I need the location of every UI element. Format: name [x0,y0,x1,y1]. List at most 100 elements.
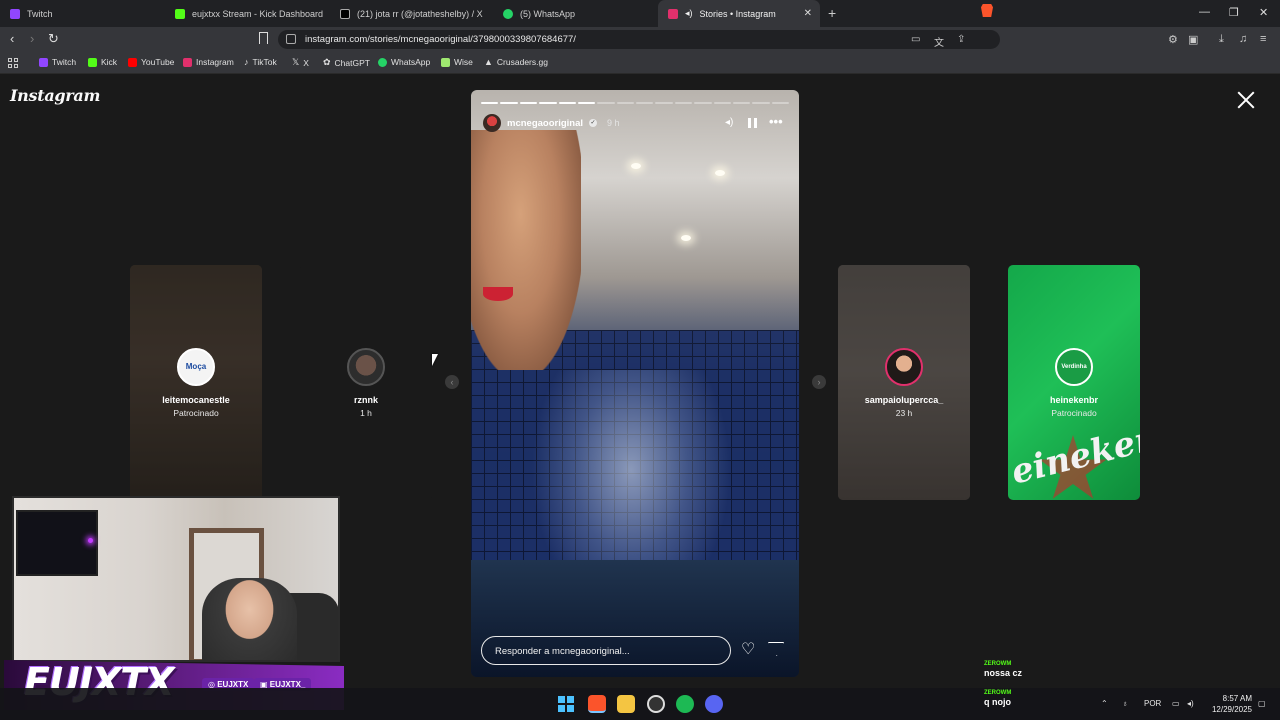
brave-browser-icon[interactable] [588,695,606,713]
file-explorer-icon[interactable] [617,695,635,713]
story-progress-segment [539,102,557,104]
ceiling-light [681,235,691,241]
story-progress-bar [481,102,789,104]
menu-icon[interactable]: ≡ [1260,33,1266,45]
bookmark-tiktok[interactable]: ♪ TikTok [244,57,277,67]
bookmark-label: Wise [454,57,473,67]
discord-icon[interactable] [705,695,723,713]
extensions-icon[interactable]: ⚙ [1168,33,1178,46]
new-tab-button[interactable]: + [828,5,836,21]
share-icon[interactable]: ⇪ [957,34,965,45]
url-text: instagram.com/stories/mcnegaooriginal/37… [305,34,576,45]
story-preview-leitemocanestle[interactable]: Moça leitemocanestle Patrocinado [130,265,262,500]
close-window-button[interactable]: ✕ [1259,6,1268,19]
close-tab-icon[interactable]: ✕ [804,8,812,19]
story-sponsored-label: Patrocinado [173,408,219,418]
bookmark-youtube[interactable]: YouTube [128,57,174,67]
windows-start-icon[interactable] [558,696,574,712]
more-options-icon[interactable]: ••• [769,114,783,129]
volume-icon[interactable]: ◂) [725,117,733,128]
twitch-icon [39,57,48,67]
bookmark-crusaders[interactable]: ▲ Crusaders.gg [484,57,548,67]
story-preview-heinekenbr[interactable]: eineken Verdinha heinekenbr Patrocinado [1008,265,1140,500]
bookmark-label: TikTok [252,57,277,67]
story-author-username[interactable]: mcnegaooriginal [507,118,583,129]
mouse-cursor [432,354,438,366]
whatsapp-icon [378,57,387,67]
bookmark-wise[interactable]: Wise [441,57,473,67]
next-story-button[interactable]: › [812,375,826,389]
download-icon[interactable]: ⤓ [1219,33,1224,46]
minimize-button[interactable]: — [1199,6,1210,18]
speaker-icon: ◂) [685,8,693,18]
story-header: mcnegaooriginal ✓ 9 h [483,114,620,132]
tab-twitch[interactable]: Twitch [0,0,165,27]
tab-instagram-stories[interactable]: ◂) Stories • Instagram ✕ [658,0,820,27]
media-icon[interactable]: ♫ [1239,33,1247,45]
sidebar-icon[interactable]: ▣ [1188,33,1198,46]
webcam-overlay [12,496,340,662]
kick-icon [175,8,185,19]
translate-icon[interactable]: 文 [934,34,944,49]
like-heart-icon[interactable]: ♡ [741,642,755,658]
story-avatar: Moça [177,348,215,386]
address-bar[interactable]: instagram.com/stories/mcnegaooriginal/37… [278,30,1000,49]
instagram-logo[interactable]: Instagram [10,86,100,105]
brave-shield-icon[interactable] [981,4,993,17]
story-preview-rznnk[interactable]: rznnk 1 h [300,265,432,500]
bookmark-chatgpt[interactable]: ✿ ChatGPT [323,57,370,68]
story-progress-segment [558,102,576,104]
wise-icon [441,57,450,67]
chat-message: ZEROWM q nojo [984,690,1274,707]
tab-whatsapp[interactable]: (5) WhatsApp [493,0,658,27]
site-info-icon[interactable] [286,34,296,44]
reply-input[interactable]: Responder a mcnegaooriginal... [481,636,731,665]
story-progress-segment [636,102,654,104]
apps-grid-icon[interactable] [8,58,18,68]
story-avatar: Verdinha [1055,348,1093,386]
spotify-icon[interactable] [676,695,694,713]
story-author-avatar[interactable] [483,114,501,132]
bookmark-label: Instagram [196,57,234,67]
story-progress-segment [616,102,634,104]
pause-icon[interactable] [748,118,757,128]
twitch-icon [10,8,20,19]
bookmark-whatsapp[interactable]: WhatsApp [378,57,430,67]
tab-kick[interactable]: eujxtxx Stream - Kick Dashboard [165,0,330,27]
story-avatar [347,348,385,386]
bookmark-kick[interactable]: Kick [88,57,117,67]
bookmark-x[interactable]: 𝕏X [292,57,309,68]
story-progress-segment [655,102,673,104]
story-time: 1 h [360,408,372,418]
bookmark-icon[interactable] [259,32,268,44]
previous-story-button[interactable]: ‹ [445,375,459,389]
youtube-icon [128,57,137,67]
bookmark-label: Kick [101,57,118,67]
story-preview-sampaiolupercca[interactable]: sampaiolupercca_ 23 h [838,265,970,500]
bookmark-twitch[interactable]: Twitch [39,57,76,67]
bookmarks-bar: Twitch Kick YouTube Instagram ♪ TikTok 𝕏X… [0,52,1280,74]
bookmark-label: YouTube [141,57,175,67]
story-username: sampaiolupercca_ [864,395,944,405]
bookmark-instagram[interactable]: Instagram [183,57,234,67]
bookmark-label: WhatsApp [391,57,431,67]
story-progress-segment [577,102,596,104]
restore-button[interactable]: ❐ [1229,6,1239,19]
story-progress-segment [771,102,789,104]
chat-text: q nojo [984,697,1011,707]
story-time: 23 h [895,408,913,418]
close-stories-icon[interactable] [1237,91,1255,109]
active-story[interactable]: mcnegaooriginal ✓ 9 h ◂) ••• Responder a… [471,90,799,677]
tab-label: eujxtxx Stream - Kick Dashboard [192,8,324,19]
story-photo-subject [471,130,581,370]
story-username: rznnk [353,395,378,405]
chat-username: ZEROWM [984,690,1012,696]
browser-toolbar: ‹ › ↻ instagram.com/stories/mcnegaoorigi… [0,27,1280,52]
back-button[interactable]: ‹ [10,32,14,45]
obs-icon[interactable] [647,695,665,713]
cast-icon[interactable]: ▭ [911,34,920,45]
tab-x[interactable]: (21) jota rr (@jotatheshelby) / X [330,0,495,27]
reload-button[interactable]: ↻ [48,32,59,45]
forward-button[interactable]: › [30,32,34,45]
chat-username: ZEROWM [984,661,1012,667]
